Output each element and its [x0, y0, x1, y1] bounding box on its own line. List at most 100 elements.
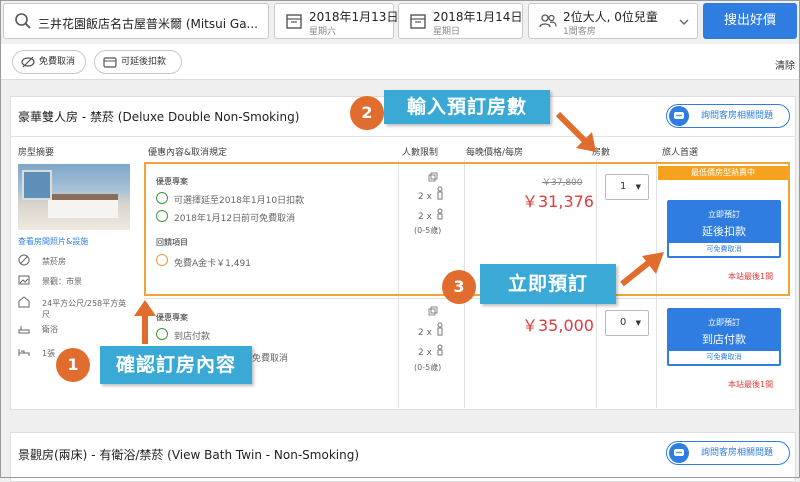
child-icon	[437, 208, 443, 220]
search-bar: 三井花園飯店名古屋普米爾 (Mitsui Ga... 2018年1月13日 星期…	[0, 0, 800, 44]
offer1-occupancy-child: 2 x	[418, 212, 432, 222]
offer1-room-qty-value: 1	[620, 181, 627, 192]
col-header-choice: 旅人首選	[662, 148, 699, 158]
checkout-field[interactable]: 2018年1月14日 星期日	[398, 3, 523, 39]
checkin-field[interactable]: 2018年1月13日 星期六	[274, 3, 398, 39]
offer1-free-cancel: 2018年1月12日前可免費取消	[174, 214, 296, 224]
filter-pay-later-label: 可延後扣款	[121, 57, 167, 67]
filter-free-cancel-label: 免費取消	[39, 57, 76, 67]
offer1-price: ￥31,376	[522, 192, 594, 211]
free-cancel-note: 可免費取消	[669, 351, 779, 364]
offer2-room-qty-select[interactable]: 0 ▼	[605, 310, 649, 336]
offer2-price: ￥35,000	[522, 316, 594, 335]
offer1-original-price: ￥37,800	[542, 178, 583, 188]
checkin-day: 星期六	[309, 27, 337, 37]
hotel-name-text: 三井花園飯店名古屋普米爾 (Mitsui Ga...	[38, 17, 258, 31]
offer1-remaining: 本站最後1間	[728, 272, 774, 281]
offer2-occupancy-adult: 2 x	[418, 328, 432, 338]
wallet-icon	[103, 57, 117, 68]
filter-pay-later[interactable]: 可延後扣款	[94, 50, 182, 74]
feature-view: 景觀：市景	[42, 277, 82, 286]
col-header-occupancy: 人數限制	[402, 148, 439, 158]
guests-icon	[539, 14, 557, 28]
room2-title: 景觀房(兩床) - 有衛浴/禁菸 (View Bath Twin - Non-S…	[18, 448, 360, 462]
offer2-remaining: 本站最後1間	[728, 380, 774, 389]
deferred-payment-icon	[156, 192, 168, 204]
size-icon	[18, 296, 30, 308]
checkout-date: 2018年1月14日	[433, 10, 523, 24]
clear-filters-link[interactable]: 清除	[775, 57, 795, 72]
search-button[interactable]: 搜出好價	[703, 3, 797, 39]
book-now-label: 立即預訂	[708, 210, 740, 219]
no-cancel-fee-icon	[21, 56, 35, 68]
col-header-offer: 優惠內容&取消規定	[148, 148, 228, 158]
arrow-to-room-qty	[555, 111, 596, 152]
no-smoking-icon	[18, 254, 30, 266]
bed-icon	[18, 349, 30, 356]
caret-down-icon: ▼	[635, 319, 641, 327]
chat-icon	[669, 443, 689, 463]
view-icon	[18, 275, 30, 285]
adult-icon	[437, 186, 443, 200]
arrow-to-offer-box	[134, 300, 156, 344]
book-now-label: 立即預訂	[708, 318, 740, 327]
pay-later-label: 延後扣款	[702, 225, 746, 238]
checkout-day: 星期日	[433, 27, 461, 37]
calendar-icon	[286, 14, 302, 29]
hotel-search-input[interactable]: 三井花園飯店名古屋普米爾 (Mitsui Ga...	[3, 3, 269, 39]
window-shape	[22, 170, 52, 200]
lowest-price-ribbon: 最低價房型熱賣中	[658, 166, 788, 180]
step1-number: 1	[56, 348, 90, 382]
feature-bath: 衛浴	[42, 325, 58, 334]
feature-bed: 1張	[42, 349, 56, 358]
offer2-child-age: (0-5歲)	[414, 363, 442, 372]
offer1-occupancy-adult: 2 x	[418, 192, 432, 202]
guests-count: 2位大人, 0位兒童	[563, 10, 658, 24]
search-icon	[15, 13, 31, 29]
pay-at-hotel-label: 到店付款	[702, 333, 746, 346]
filter-bar: 免費取消 可延後扣款 清除	[0, 44, 800, 80]
room-photo[interactable]	[18, 164, 130, 230]
ask-room-question-label: 詢問客房相關問題	[701, 111, 774, 121]
caret-down-icon: ▼	[635, 183, 641, 191]
adult-icon	[437, 322, 443, 336]
child-icon	[437, 344, 443, 356]
rooms-count: 1間客房	[563, 27, 596, 37]
reward-coin-icon	[156, 254, 168, 266]
ask-room-question-label: 詢問客房相關問題	[701, 448, 774, 458]
room-photos-link[interactable]: 查看房間照片&設施	[18, 236, 88, 247]
arrow-to-book-button	[620, 252, 664, 287]
col-header-summary: 房型摘要	[18, 148, 55, 158]
book-now-pay-at-hotel-button[interactable]: 立即預訂 到店付款 可免費取消	[667, 308, 781, 366]
offer2-occupancy-child: 2 x	[418, 348, 432, 358]
step1-callout: 確認訂房內容	[100, 346, 252, 384]
offer1-child-age: (0-5歲)	[414, 226, 442, 235]
copy-icon	[428, 306, 438, 316]
chevron-down-icon	[679, 19, 689, 25]
feature-nonsmoking: 禁菸房	[42, 257, 66, 266]
offer2-free-cancel: 免費取消	[252, 354, 289, 364]
free-cancel-note: 可免費取消	[669, 243, 779, 256]
filter-free-cancel[interactable]: 免費取消	[12, 50, 86, 74]
divider	[10, 136, 796, 137]
offer1-deferred-payment: 可選擇延至2018年1月10日扣款	[174, 196, 305, 206]
calendar-icon	[410, 14, 426, 29]
offer1-bonus-label: 回饋項目	[156, 238, 188, 247]
offer2-room-qty-value: 0	[620, 317, 627, 328]
bath-icon	[18, 326, 30, 334]
checkin-date: 2018年1月13日	[309, 10, 399, 24]
offer2-pay-at-hotel: 到店付款	[174, 332, 211, 342]
book-now-pay-later-button[interactable]: 立即預訂 延後扣款 可免費取消	[667, 200, 781, 258]
ask-room-question-button[interactable]: 詢問客房相關問題	[666, 441, 790, 465]
guests-dropdown[interactable]: 2位大人, 0位兒童 1間客房	[528, 3, 698, 39]
col-header-price: 每晚價格/每房	[466, 148, 524, 158]
ask-room-question-button[interactable]: 詢問客房相關問題	[666, 104, 790, 128]
free-cancel-icon	[156, 210, 168, 222]
step2-callout: 輸入預訂房數	[384, 90, 550, 124]
chat-icon	[669, 106, 689, 126]
offer1-label: 優惠專案	[156, 177, 188, 186]
offer1-room-qty-select[interactable]: 1 ▼	[605, 174, 649, 200]
feature-size: 24平方公尺/258平方英尺	[42, 299, 127, 319]
step3-number: 3	[442, 270, 476, 304]
offer1-bonus: 免費A金卡￥1,491	[174, 259, 251, 269]
